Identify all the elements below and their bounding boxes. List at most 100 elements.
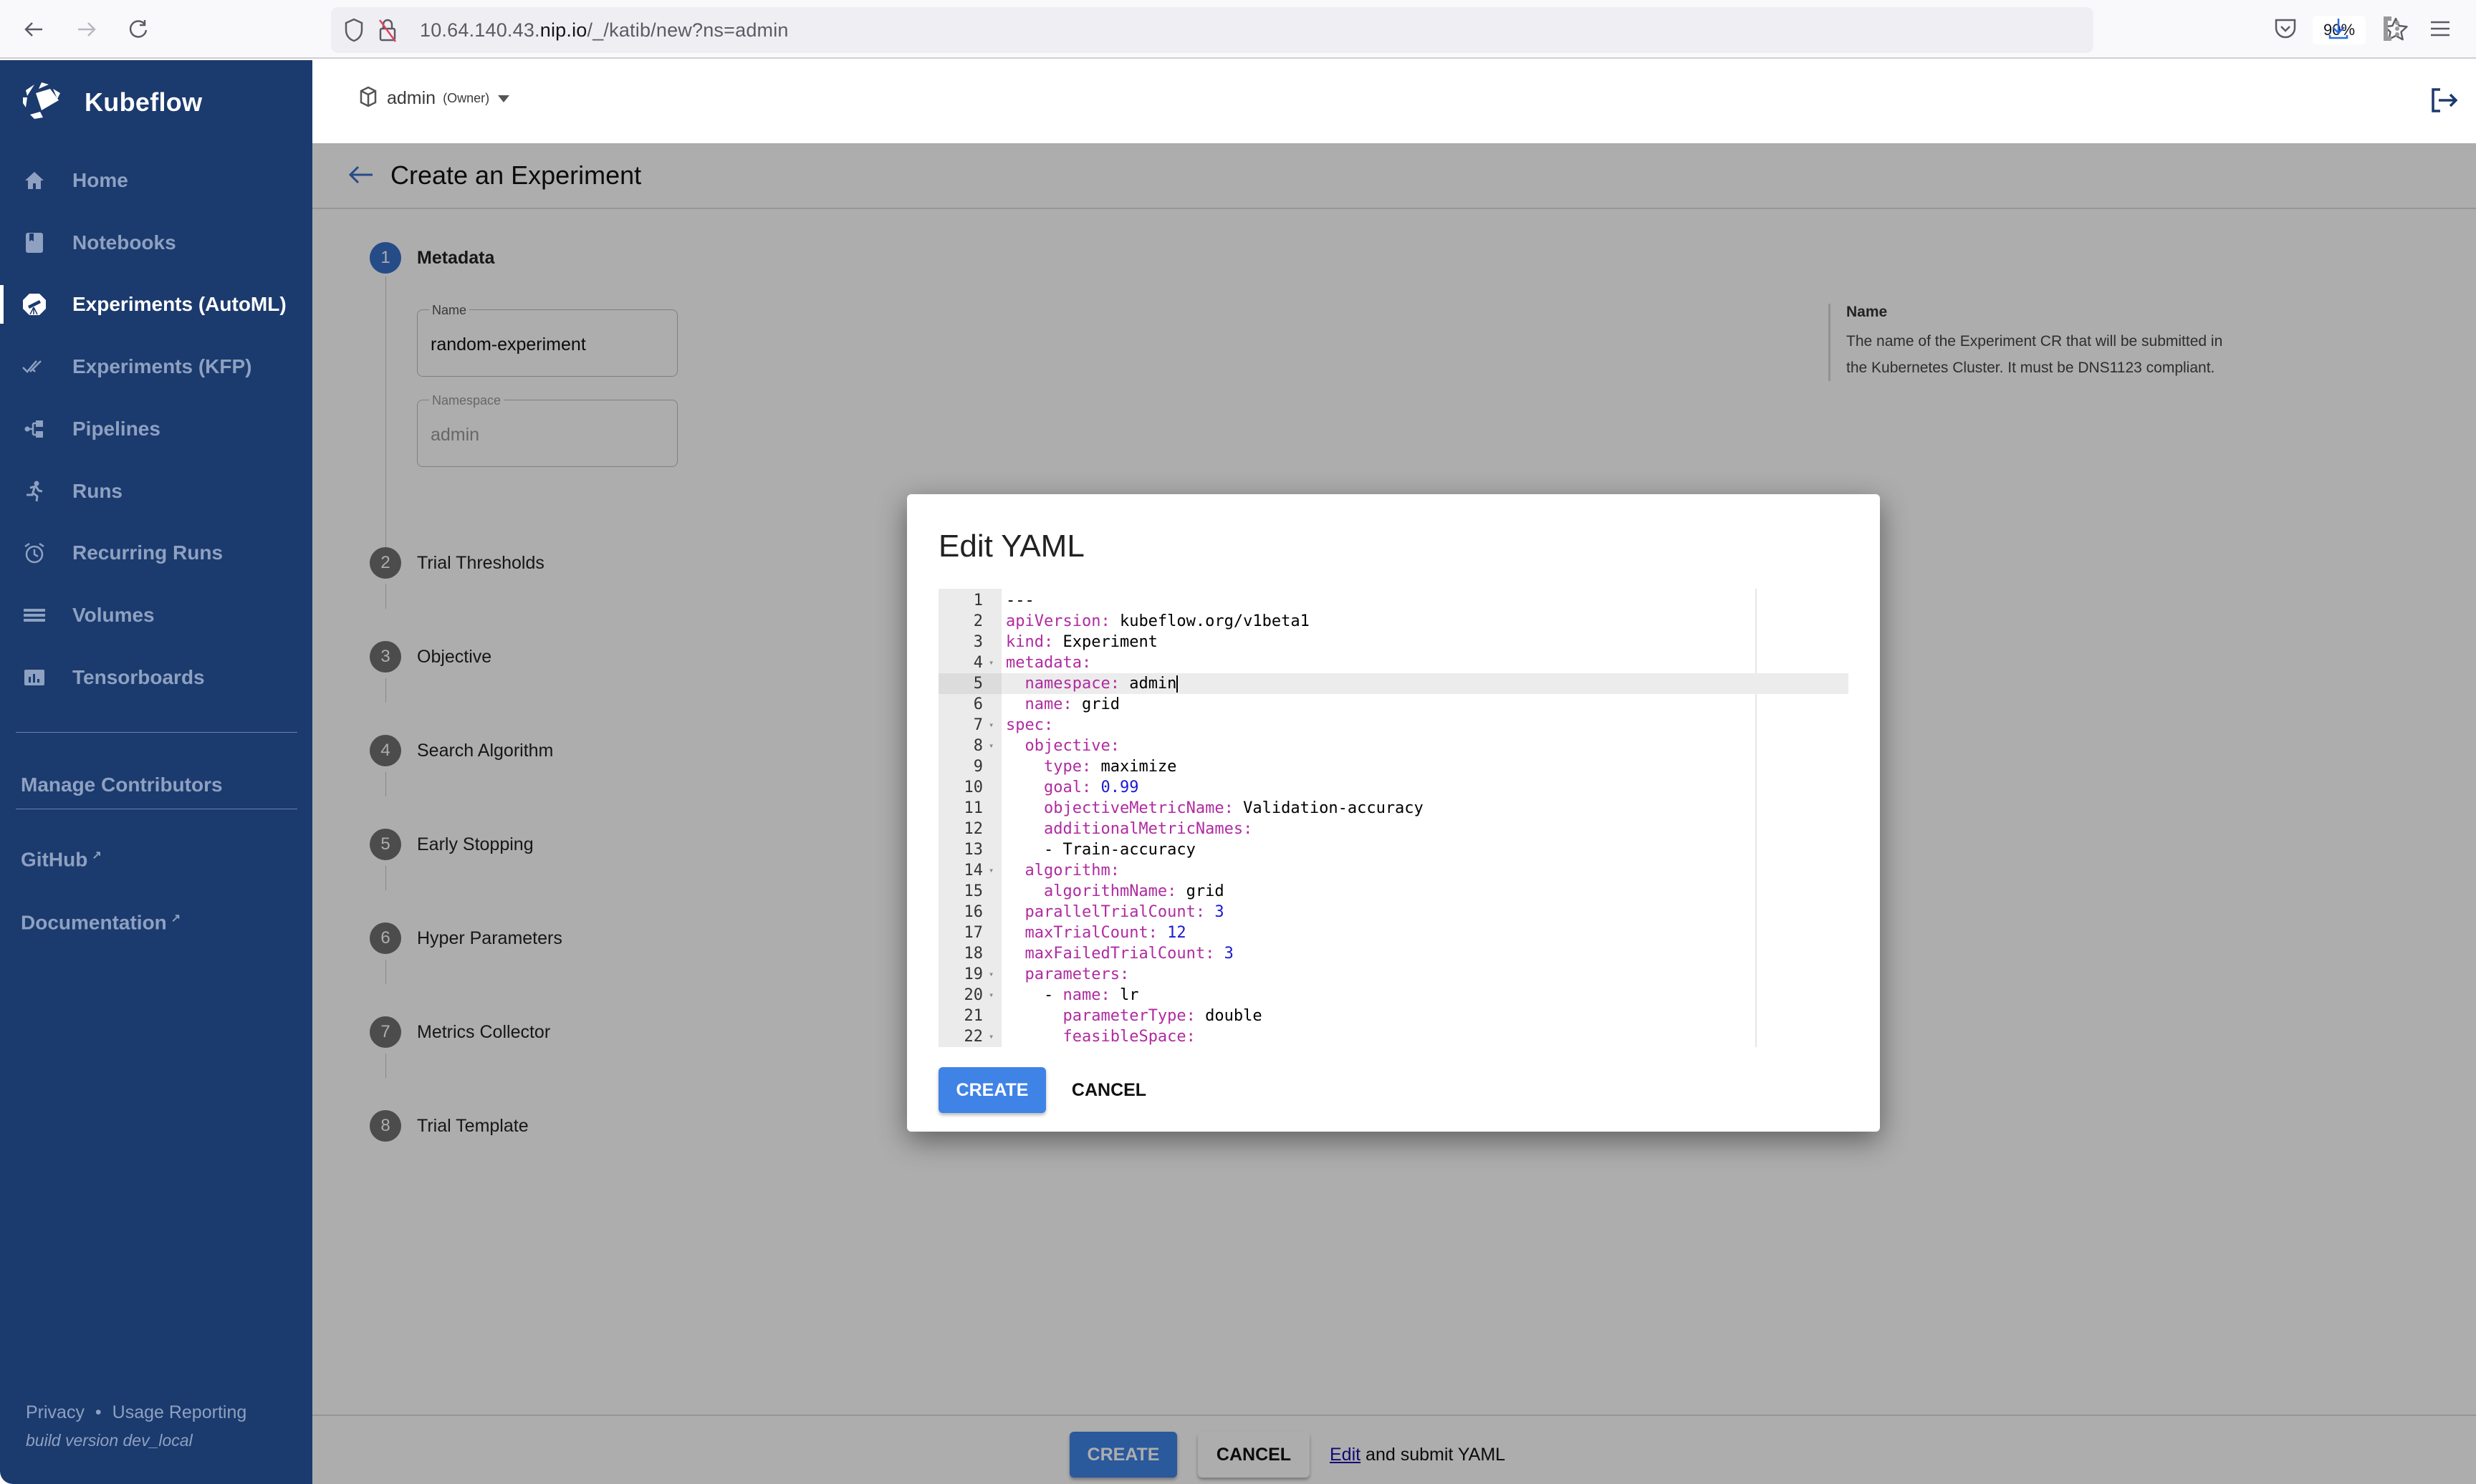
code-line[interactable]: 22 ▾ feasibleSpace: <box>939 1026 1848 1047</box>
sidebar-item-runs[interactable]: Runs <box>0 468 312 515</box>
browser-toolbar: 10.64.140.43.nip.io/_/katib/new?ns=admin… <box>0 0 2476 59</box>
shield-icon[interactable] <box>344 17 364 47</box>
code-line[interactable]: 18 maxFailedTrialCount: 3 <box>939 943 1848 964</box>
yaml-key: metadata: <box>1006 654 1092 672</box>
code-line[interactable]: 19 ▾ parameters: <box>939 964 1848 985</box>
yaml-value: double <box>1195 1007 1262 1025</box>
yaml-key: type: <box>1043 758 1092 776</box>
insecure-lock-icon[interactable] <box>377 16 398 48</box>
code-line[interactable]: 15 algorithmName: grid <box>939 881 1848 902</box>
fold-toggle-icon[interactable]: ▾ <box>989 652 994 673</box>
sidebar-item-volumes[interactable]: Volumes <box>0 592 312 639</box>
forward-button[interactable] <box>72 14 102 44</box>
documentation-link[interactable]: Documentation ↗ <box>21 911 181 934</box>
download-icon[interactable] <box>2324 14 2353 43</box>
sidebar-item-label: Experiments (AutoML) <box>72 293 287 315</box>
yaml-key: maxFailedTrialCount: <box>1025 945 1215 963</box>
sidebar-item-experiments-automl[interactable]: Experiments (AutoML) <box>0 281 312 328</box>
yaml-key: feasibleSpace: <box>1062 1028 1196 1046</box>
bar-chart-icon <box>21 665 47 690</box>
documentation-label: Documentation <box>21 911 167 934</box>
code-text: apiVersion: kubeflow.org/v1beta1 <box>1006 611 1310 632</box>
sidebar-item-recurring-runs[interactable]: Recurring Runs <box>0 529 312 577</box>
code-text: parallelTrialCount: 3 <box>1006 902 1224 922</box>
code-line[interactable]: 14 ▾ algorithm: <box>939 860 1848 881</box>
pocket-icon[interactable] <box>2271 14 2300 43</box>
code-line[interactable]: 2 apiVersion: kubeflow.org/v1beta1 <box>939 611 1848 632</box>
arrow-left-icon <box>24 22 42 37</box>
text-cursor <box>1176 675 1179 693</box>
fold-toggle-icon[interactable]: ▾ <box>989 715 994 736</box>
extension-icon[interactable] <box>2376 14 2404 43</box>
line-number: 17 <box>964 924 984 942</box>
code-text: objective: <box>1006 736 1120 756</box>
code-text: feasibleSpace: <box>1006 1026 1196 1047</box>
github-link[interactable]: GitHub ↗ <box>21 848 102 871</box>
sidebar-item-home[interactable]: Home <box>0 157 312 204</box>
code-text: name: grid <box>1006 694 1120 715</box>
external-link-icon: ↗ <box>171 912 181 925</box>
fold-toggle-icon[interactable]: ▾ <box>989 985 994 1006</box>
code-line[interactable]: 10 goal: 0.99 <box>939 777 1848 798</box>
code-line[interactable]: 13 - Train-accuracy <box>939 839 1848 860</box>
code-line[interactable]: 4 ▾ metadata: <box>939 652 1848 673</box>
code-line[interactable]: 3 kind: Experiment <box>939 632 1848 652</box>
dialog-cancel-button[interactable]: CANCEL <box>1066 1067 1152 1113</box>
yaml-number: 3 <box>1214 945 1234 963</box>
yaml-key: algorithmName: <box>1043 882 1177 900</box>
yaml-key: apiVersion: <box>1006 612 1110 630</box>
fold-toggle-icon[interactable]: ▾ <box>989 736 994 756</box>
code-line[interactable]: 5 namespace: admin <box>939 673 1848 694</box>
line-number: 13 <box>964 841 984 859</box>
namespace-name: admin <box>387 88 436 108</box>
yaml-key: parallelTrialCount: <box>1025 903 1206 921</box>
url-text[interactable]: 10.64.140.43.nip.io/_/katib/new?ns=admin <box>420 7 789 53</box>
usage-reporting-link[interactable]: Usage Reporting <box>112 1402 247 1422</box>
line-number: 10 <box>964 779 984 796</box>
code-line[interactable]: 9 type: maximize <box>939 756 1848 777</box>
code-text: metadata: <box>1006 652 1091 673</box>
yaml-key: namespace: <box>1025 675 1120 693</box>
sidebar-item-pipelines[interactable]: Pipelines <box>0 405 312 453</box>
code-line[interactable]: 16 parallelTrialCount: 3 <box>939 902 1848 922</box>
fold-toggle-icon[interactable]: ▾ <box>989 964 994 985</box>
code-line[interactable]: 17 maxTrialCount: 12 <box>939 922 1848 943</box>
yaml-number: 12 <box>1157 924 1186 942</box>
namespace-role: (Owner) <box>443 91 490 105</box>
code-line[interactable]: 8 ▾ objective: <box>939 736 1848 756</box>
brand[interactable]: Kubeflow <box>20 80 202 124</box>
url-bar[interactable]: 10.64.140.43.nip.io/_/katib/new?ns=admin… <box>331 7 2408 53</box>
line-number: 6 <box>973 695 983 713</box>
yaml-key: name: <box>1025 695 1073 713</box>
sidebar-item-notebooks[interactable]: Notebooks <box>0 219 312 266</box>
sidebar-item-label: Recurring Runs <box>72 541 224 564</box>
reload-button[interactable] <box>123 14 153 44</box>
namespace-selector[interactable]: admin (Owner) <box>360 86 510 111</box>
double-check-icon <box>21 354 47 380</box>
menu-hamburger-icon[interactable] <box>2426 14 2455 43</box>
code-line[interactable]: 7 ▾ spec: <box>939 715 1848 736</box>
yaml-value: --- <box>1006 592 1035 610</box>
fold-toggle-icon[interactable]: ▾ <box>989 860 994 881</box>
line-number: 11 <box>964 799 984 817</box>
code-text: objectiveMetricName: Validation-accuracy <box>1006 798 1424 819</box>
logout-icon[interactable] <box>2430 87 2459 117</box>
sidebar-item-label: Tensorboards <box>72 666 205 688</box>
code-line[interactable]: 21 parameterType: double <box>939 1006 1848 1026</box>
yaml-key: parameters: <box>1025 965 1130 983</box>
code-line[interactable]: 1 --- <box>939 590 1848 611</box>
code-line[interactable]: 12 additionalMetricNames: <box>939 819 1848 839</box>
yaml-code-editor[interactable]: 1 --- 2 apiVersion: kubeflow.org/v1beta1 3 ki… <box>939 589 1848 1047</box>
back-button[interactable] <box>19 14 49 44</box>
dialog-create-button[interactable]: CREATE <box>939 1067 1046 1113</box>
sidebar-item-tensorboards[interactable]: Tensorboards <box>0 654 312 701</box>
code-line[interactable]: 6 name: grid <box>939 694 1848 715</box>
code-line[interactable]: 11 objectiveMetricName: Validation-accur… <box>939 798 1848 819</box>
code-line[interactable]: 20 ▾ - name: lr <box>939 985 1848 1006</box>
fold-toggle-icon[interactable]: ▾ <box>989 1026 994 1047</box>
privacy-link[interactable]: Privacy <box>26 1402 85 1422</box>
line-number: 9 <box>973 758 983 776</box>
sidebar-item-experiments-kfp[interactable]: Experiments (KFP) <box>0 343 312 390</box>
manage-contributors-link[interactable]: Manage Contributors <box>21 774 223 796</box>
arrow-right-icon <box>78 22 96 37</box>
